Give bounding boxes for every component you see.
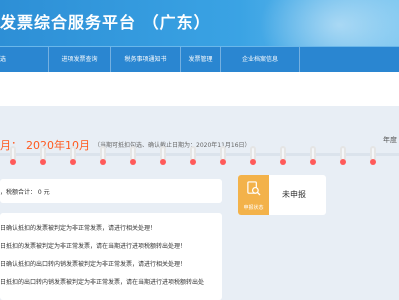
search-document-icon xyxy=(247,181,261,196)
binding-dot xyxy=(310,159,316,165)
notice-list: 日确认抵扣的发票被判定为非正常发票，请进行相关处理！ 日抵扣的发票被判定为非正常… xyxy=(0,213,222,300)
tax-summary-text: ，税额合计： 0 元 xyxy=(0,189,50,196)
binding-dot xyxy=(70,159,76,165)
binding-dot xyxy=(220,159,226,165)
binding-dot xyxy=(280,159,286,165)
nav-item-invoice-query[interactable]: 进项发票查询 xyxy=(48,47,110,73)
nav-item-tax-notice[interactable]: 税务事项通知书 xyxy=(110,47,180,73)
filing-status-icon-box: 申报状态 xyxy=(238,175,269,215)
year-link[interactable]: 年度 xyxy=(383,135,397,145)
binding-dot xyxy=(130,159,136,165)
app-title: 发票综合服务平台 （广东） xyxy=(0,13,211,32)
binding-dot xyxy=(40,159,46,165)
binding-dot xyxy=(100,159,106,165)
header-banner: 发票综合服务平台 （广东） xyxy=(0,0,399,46)
notice-item[interactable]: 日抵扣的发票被判定为非正常发票，请在当期进行进项税额转出处理！ xyxy=(0,241,186,250)
header-glow xyxy=(259,0,399,46)
binding-dot xyxy=(370,159,376,165)
filing-status-caption: 申报状态 xyxy=(243,205,264,211)
spacer xyxy=(0,72,399,106)
main-nav: 选 进项发票查询 税务事项通知书 发票管理 企业档案信息 xyxy=(0,46,399,73)
spiral-binding xyxy=(0,146,399,168)
binding-dot xyxy=(340,159,346,165)
binding-dot xyxy=(250,159,256,165)
tax-summary-card: ，税额合计： 0 元 xyxy=(0,179,222,203)
notice-item[interactable]: 日确认抵扣的发票被判定为非正常发票，请进行相关处理！ xyxy=(0,223,156,232)
nav-item-invoice-manage[interactable]: 发票管理 xyxy=(180,47,220,73)
nav-item-select[interactable]: 选 xyxy=(0,47,20,73)
binding-dot xyxy=(190,159,196,165)
filing-status-value: 未申报 xyxy=(282,190,306,199)
binding-dot xyxy=(10,159,16,165)
nav-item-company-profile[interactable]: 企业档案信息 xyxy=(220,47,300,73)
notice-item[interactable]: 日确认抵扣的出口转内销发票被判定为非正常发票，请进行相关处理！ xyxy=(0,259,186,268)
filing-status-card[interactable]: 申报状态 未申报 xyxy=(238,175,326,215)
binding-dot xyxy=(160,159,166,165)
notice-item[interactable]: 日抵扣的出口转内销发票被判定为非正常发票，请在当期进行进项税额转出处 xyxy=(0,277,204,286)
